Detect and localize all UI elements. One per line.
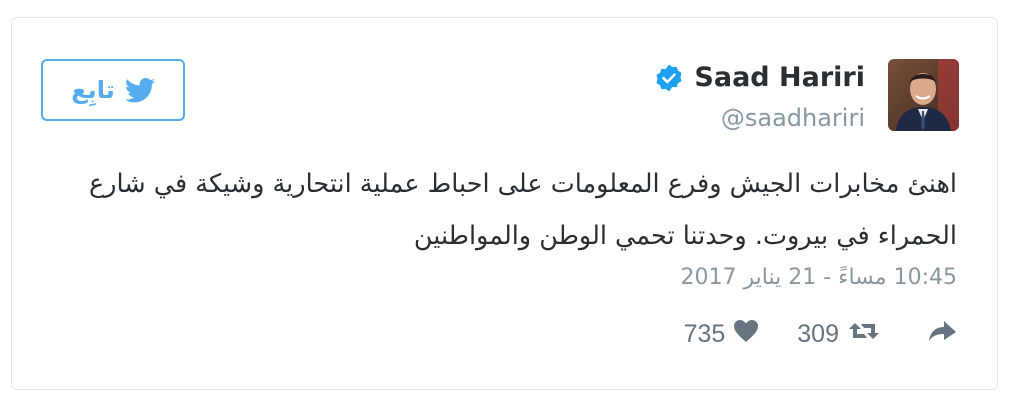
like-count: 735 [683,319,726,348]
reply-button[interactable] [927,318,957,350]
follow-button-label: تابِع [71,76,115,104]
tweet-actions: 309 735 [684,318,957,350]
author-handle[interactable]: @saadhariri [721,103,865,133]
verified-badge-icon [654,63,684,93]
twitter-bird-icon [124,77,155,103]
reply-icon [927,318,957,350]
tweet-card: تابِع Saad Hariri @saadhariri اهنئ مخابر… [11,17,998,390]
like-button[interactable]: 735 [684,319,760,349]
heart-icon [733,319,759,349]
retweet-button[interactable]: 309 [797,318,881,350]
tweet-timestamp[interactable]: 10:45 مساءً - 21 يناير 2017 [680,263,957,293]
tweet-text: اهنئ مخابرات الجيش وفرع المعلومات على اح… [88,169,957,251]
retweet-icon [847,318,881,350]
avatar[interactable] [888,59,959,131]
author-name-row[interactable]: Saad Hariri [654,59,865,97]
author-name: Saad Hariri [694,62,865,93]
retweet-count: 309 [797,319,839,348]
follow-button[interactable]: تابِع [41,59,185,121]
